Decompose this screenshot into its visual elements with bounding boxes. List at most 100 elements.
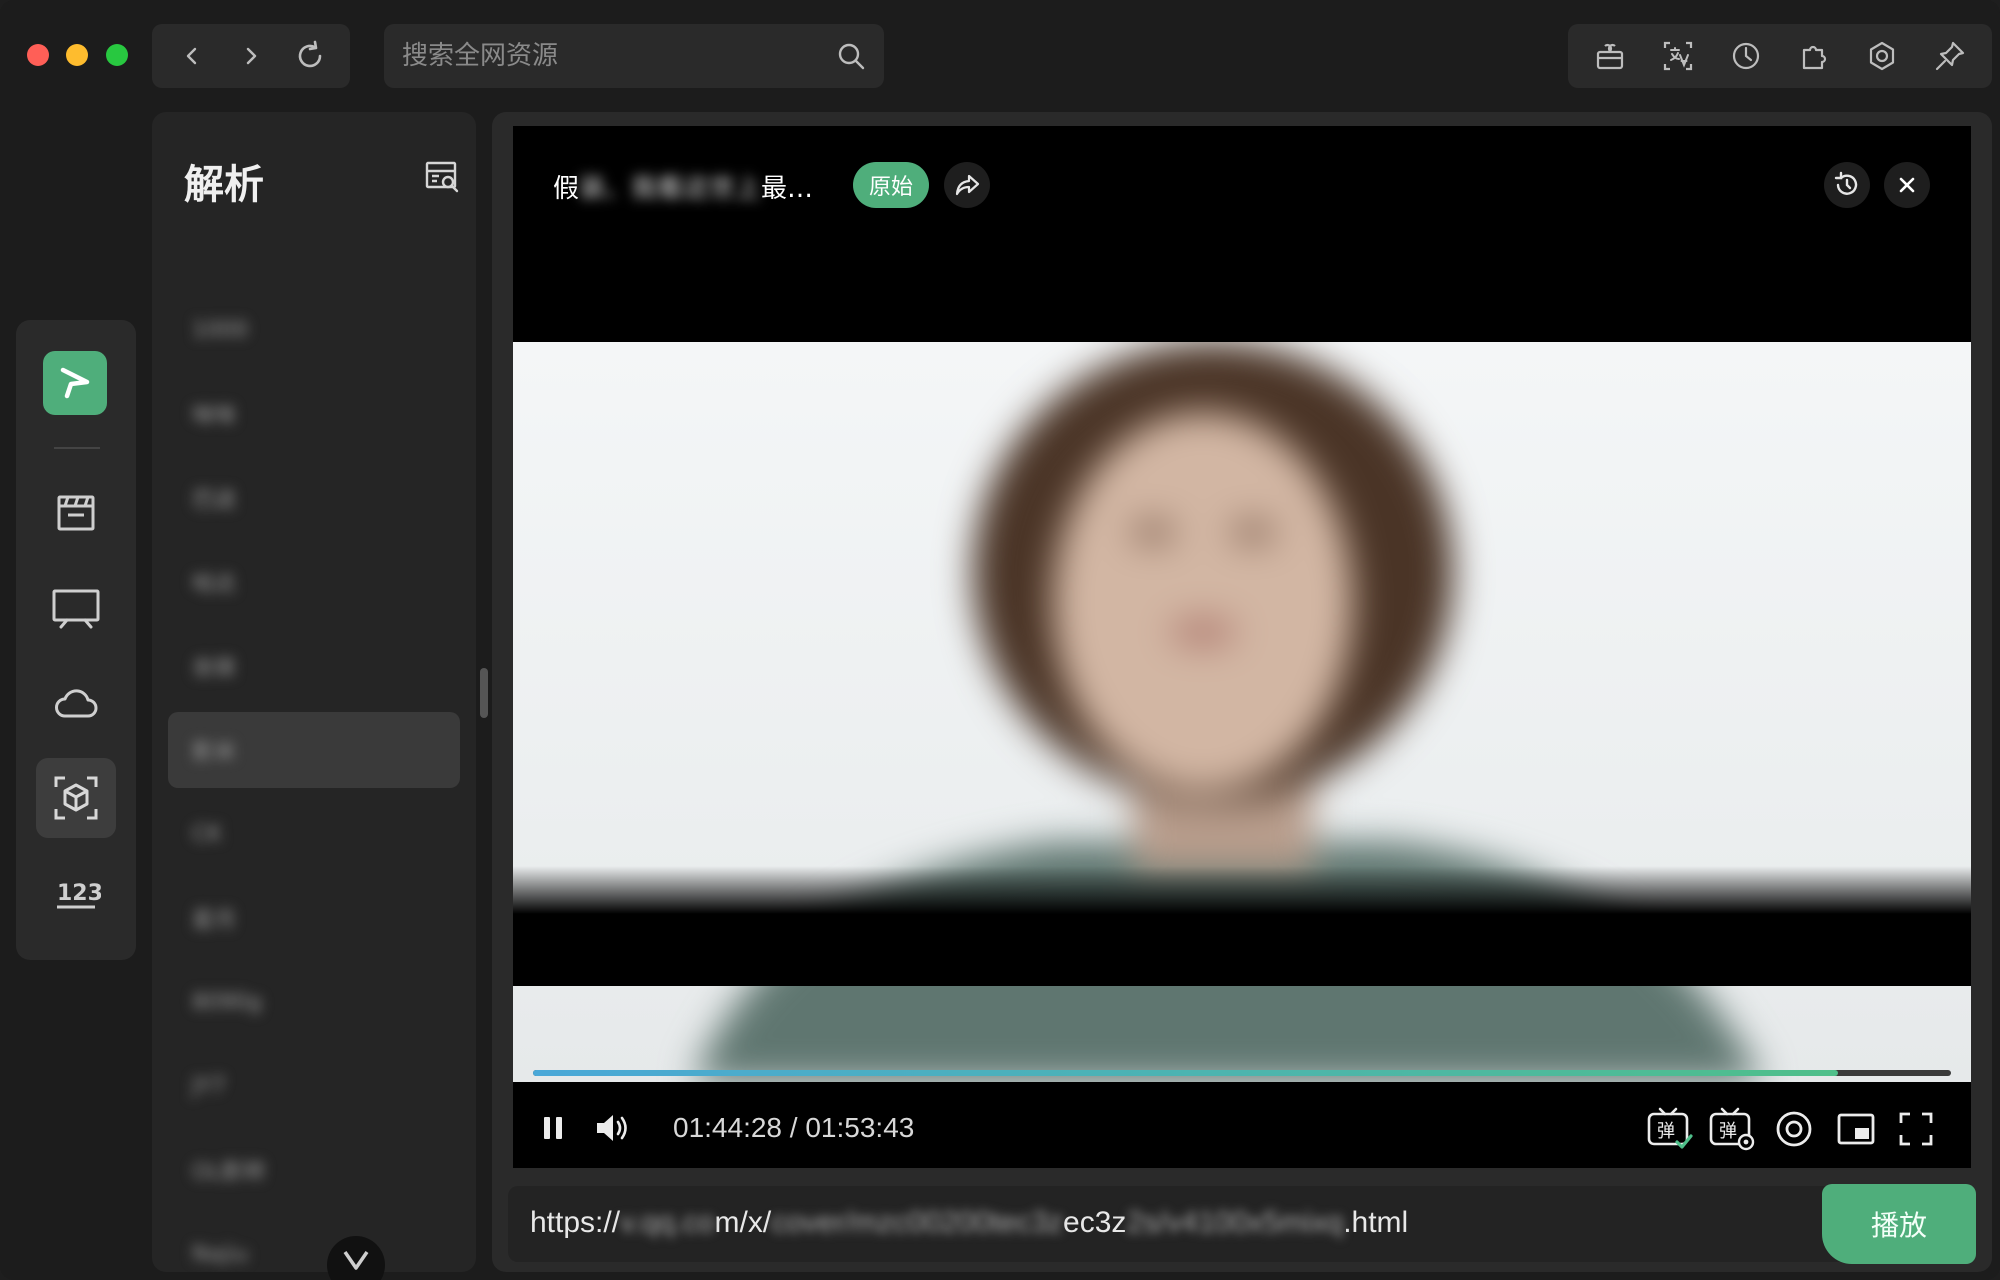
panel-title: 解析 [184, 162, 264, 208]
source-item-label: Najiu [192, 1241, 249, 1267]
close-icon [1899, 177, 1915, 193]
pin-icon [1935, 41, 1965, 71]
panel-scrollbar[interactable] [480, 668, 488, 718]
minimize-window-button[interactable] [66, 44, 88, 66]
translate-button[interactable] [1656, 34, 1700, 78]
settings-ring-icon [1776, 1111, 1812, 1147]
forward-button[interactable] [231, 36, 271, 76]
gift-button[interactable] [1588, 34, 1632, 78]
source-item-label: 影米 [192, 740, 237, 765]
source-item[interactable]: 坐拨 [168, 628, 460, 704]
arrow-left-icon [186, 47, 196, 65]
source-item-label: OL影转 [192, 1160, 266, 1185]
plugins-button[interactable] [1792, 34, 1836, 78]
source-item[interactable]: 咪咪 [168, 376, 460, 452]
url-prefix: https:// [530, 1206, 621, 1239]
danmaku-on-button[interactable]: 弹 [1645, 1104, 1695, 1154]
history-icon [1834, 171, 1858, 195]
share-button[interactable] [944, 162, 990, 208]
history-button[interactable] [1724, 34, 1768, 78]
svg-text:123: 123 [57, 881, 101, 906]
title-bar [0, 0, 2000, 112]
danmaku-settings-button[interactable]: 弹 [1707, 1104, 1757, 1154]
source-item[interactable]: 8090g [168, 964, 460, 1040]
maximize-window-button[interactable] [106, 44, 128, 66]
arrow-right-icon [246, 47, 257, 65]
pin-button[interactable] [1928, 34, 1972, 78]
rail-item-tv[interactable] [36, 568, 116, 648]
playback-history-button[interactable] [1824, 162, 1870, 208]
progress-fill [533, 1070, 1838, 1076]
url-visible-id: ec3z [1063, 1206, 1127, 1239]
source-item-label: 哈达 [192, 572, 237, 597]
url-input[interactable]: https://v.qq.com/x/cover/mzc00200tec3zec… [530, 1206, 1408, 1240]
list-search-icon [425, 161, 459, 193]
source-item-label: CK [192, 821, 222, 847]
playback-time: 01:44:28 / 01:53:43 [673, 1112, 914, 1144]
cube-scan-icon [54, 776, 98, 820]
search-bar [384, 24, 884, 88]
source-item[interactable]: 1000 [168, 292, 460, 368]
tv-icon [52, 589, 100, 629]
player-settings-button[interactable] [1771, 1106, 1817, 1152]
clapperboard-icon [57, 495, 95, 531]
app-logo[interactable] [43, 351, 107, 415]
toolbar-group [1568, 24, 1992, 88]
fullscreen-icon [1899, 1112, 1933, 1146]
back-button[interactable] [172, 36, 212, 76]
progress-bar[interactable] [533, 1070, 1951, 1076]
cloud-icon [55, 689, 98, 718]
share-icon [955, 174, 980, 196]
url-suffix: .html [1343, 1206, 1409, 1239]
url-blurred-path: cover/mzc00200tec3z [771, 1206, 1064, 1239]
url-blurred-domain: v.qq.co [620, 1206, 715, 1239]
url-bar[interactable]: https://v.qq.com/x/cover/mzc00200tec3zec… [508, 1186, 1976, 1262]
rail-item-123[interactable]: 123 [36, 853, 116, 933]
pause-icon [544, 1117, 562, 1139]
source-item[interactable]: JY7 [168, 1048, 460, 1124]
settings-button[interactable] [1860, 34, 1904, 78]
pause-button[interactable] [533, 1108, 573, 1148]
original-quality-badge[interactable]: 原始 [853, 162, 930, 208]
title-end: 最… [761, 174, 814, 204]
source-item[interactable]: CK [168, 796, 460, 872]
url-path-part: m/x/ [714, 1206, 772, 1239]
source-item-label: 星月 [192, 908, 237, 933]
source-item[interactable]: OL影转 [168, 1132, 460, 1208]
history-icon [1732, 42, 1760, 70]
source-item[interactable]: Najiu [168, 1216, 460, 1272]
navigation-group [152, 24, 350, 88]
search-icon[interactable] [836, 41, 866, 71]
close-window-button[interactable] [27, 44, 49, 66]
rail-divider [54, 447, 100, 449]
video-player[interactable]: 假装、我看这世上最… 原始 01:44:28 / 01:53:43 弹 弹 [513, 126, 1971, 1168]
rail-item-cloud[interactable] [36, 663, 116, 743]
danmaku-on-icon: 弹 [1647, 1107, 1693, 1149]
source-item[interactable]: 哈达 [168, 544, 460, 620]
source-item-label: JY7 [192, 1073, 226, 1099]
source-panel: 解析 1000 咪咪巴送哈达坐拨影米 CK 星月 8090g JY7 OL影转 Najiu [152, 112, 476, 1272]
puzzle-icon [1802, 45, 1827, 70]
play-button[interactable]: 播放 [1822, 1184, 1976, 1264]
picture-in-picture-icon [1837, 1113, 1875, 1145]
rail-item-parse[interactable] [36, 758, 116, 838]
volume-icon [597, 1115, 627, 1141]
close-player-button[interactable] [1884, 162, 1930, 208]
video-letterbox [513, 866, 1971, 986]
fullscreen-button[interactable] [1893, 1106, 1939, 1152]
source-item[interactable]: 巴送 [168, 460, 460, 536]
volume-button[interactable] [591, 1106, 635, 1150]
source-search-button[interactable] [422, 156, 462, 196]
title-start: 假 [553, 174, 580, 204]
rail-item-movies[interactable] [36, 473, 116, 553]
source-item[interactable]: 星月 [168, 880, 460, 956]
search-input[interactable] [402, 41, 836, 71]
source-item-label: 坐拨 [192, 656, 237, 681]
refresh-button[interactable] [290, 36, 330, 76]
current-time: 01:44:28 [673, 1112, 782, 1143]
time-separator: / [789, 1112, 798, 1143]
source-item[interactable]: 影米 [168, 712, 460, 788]
settings-hex-icon [1869, 41, 1895, 71]
picture-in-picture-button[interactable] [1833, 1106, 1879, 1152]
side-rail: 123 [16, 320, 136, 960]
